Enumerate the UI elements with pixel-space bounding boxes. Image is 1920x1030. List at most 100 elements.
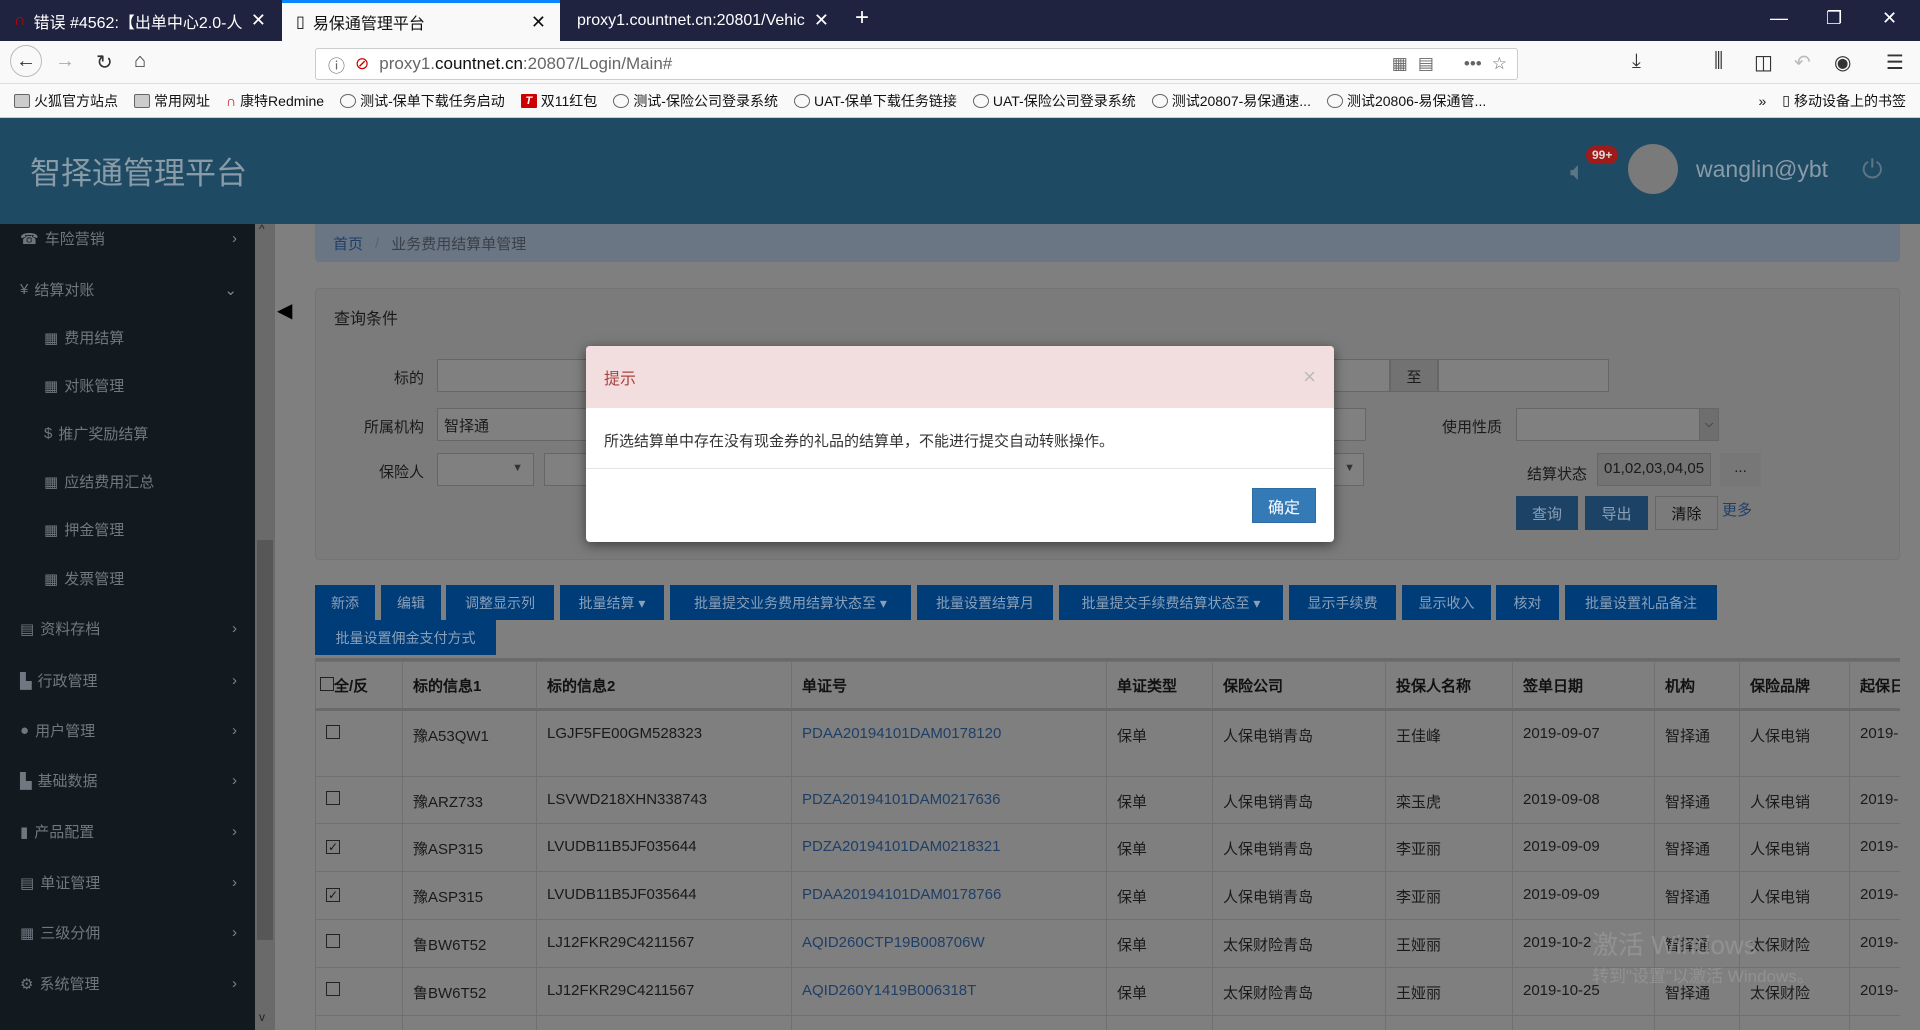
sidebar-item-basic-data[interactable]: ▙ 基础数据 › [20, 770, 237, 791]
column-header[interactable]: 投保人名称 [1385, 661, 1513, 711]
policy-number-link[interactable]: PDZA20194101DAM0218321 [791, 823, 1107, 872]
close-window-button[interactable]: ✕ [1882, 8, 1897, 29]
batch-settle-month-button[interactable]: 批量设置结算月 [917, 585, 1053, 620]
bookmark[interactable]: ∩ 康特Redmine [226, 91, 324, 111]
sidebar-item-fee-settlement[interactable]: ▦ 费用结算 [44, 327, 237, 348]
download-icon[interactable]: ⤓ [1632, 50, 1641, 73]
column-header[interactable]: 签单日期 [1512, 661, 1655, 711]
show-income-button[interactable]: 显示收入 [1402, 585, 1491, 620]
username[interactable]: wanglin@ybt [1696, 156, 1828, 183]
new-tab-button[interactable]: + [855, 4, 869, 32]
close-tab-icon[interactable]: ✕ [814, 10, 829, 31]
table-row[interactable]: ✓ 豫ASP315 LVUDB11B5JF035644 PDZA20194101DAM… [315, 823, 1900, 872]
bookmark[interactable]: 测试-保险公司登录系统 [613, 91, 778, 111]
sidebar-scrollbar-thumb[interactable] [257, 540, 273, 940]
back-icon[interactable]: ← [10, 45, 42, 77]
confirm-button[interactable]: 确定 [1252, 488, 1316, 523]
reader-view-icon[interactable]: ▤ [1418, 54, 1434, 74]
power-icon[interactable]: ⏻ [1862, 154, 1883, 186]
org-input[interactable]: 智择通 [437, 408, 597, 441]
target-input[interactable] [437, 359, 597, 392]
reload-icon[interactable]: ↻ [96, 50, 113, 75]
sidebar-item-promotion-reward[interactable]: $ 推广奖励结算 [44, 423, 237, 444]
avatar[interactable] [1628, 144, 1678, 194]
sidebar-item-system[interactable]: ⚙ 系统管理 › [20, 973, 237, 994]
row-select-cell[interactable] [315, 919, 403, 968]
row-checkbox[interactable] [326, 934, 340, 948]
policy-number-link[interactable]: PDAA20194101DAM0178766 [791, 871, 1107, 920]
browser-tab[interactable]: ∩ 错误 #4562:【出单中心2.0-人 ✕ [0, 0, 280, 41]
sidebar-item-users[interactable]: ● 用户管理 › [20, 720, 237, 741]
select-all-checkbox[interactable] [320, 676, 334, 691]
url-bar[interactable]: ⓘ ⊘ proxy1.countnet.cn:20807/Login/Main# … [315, 48, 1518, 80]
policy-number-link[interactable]: AQID260Y1419B006318T [791, 967, 1107, 1016]
batch-commission-status-dropdown[interactable]: 批量提交手续费结算状态至 ▾ [1059, 585, 1283, 620]
breadcrumb-home[interactable]: 首页 [333, 233, 363, 254]
row-select-cell[interactable] [315, 709, 403, 777]
table-row[interactable]: ✓ 豫ASP315 LVUDB11B5JF035644 PDAA20194101DAM… [315, 871, 1900, 920]
row-select-cell[interactable]: ✓ [315, 871, 403, 920]
row-select-cell[interactable]: ✓ [315, 823, 403, 872]
bookmark[interactable]: T 双11红包 [520, 91, 597, 111]
sidebar-item-commission[interactable]: ▦ 三级分佣 › [20, 922, 237, 943]
search-button[interactable]: 查询 [1516, 496, 1578, 530]
column-header[interactable]: 标的信息2 [536, 661, 792, 711]
policy-number-link[interactable]: PDAA20194101DAM0178120 [791, 709, 1107, 777]
sidebar-item-product-config[interactable]: ▮ 产品配置 › [20, 821, 237, 842]
edit-button[interactable]: 编辑 [381, 585, 441, 620]
collapse-sidebar-icon[interactable]: ◀ [277, 298, 292, 323]
row-checkbox[interactable] [326, 982, 340, 996]
batch-settle-dropdown[interactable]: 批量结算 ▾ [560, 585, 664, 620]
row-select-cell[interactable] [315, 776, 403, 824]
add-button[interactable]: 新添 [315, 585, 375, 620]
sidebar-item-archive[interactable]: ▤ 资料存档 › [20, 618, 237, 639]
sidebar-item-fee-summary[interactable]: ▦ 应结费用汇总 [44, 471, 237, 492]
bookmark[interactable]: 测试20806-易保通管... [1326, 91, 1486, 111]
row-checkbox[interactable] [326, 725, 340, 739]
speaker-icon[interactable]: 🔈︎ [1570, 156, 1586, 188]
column-header[interactable]: 单证类型 [1106, 661, 1213, 711]
status-picker-button[interactable]: ... [1720, 453, 1761, 486]
policy-number-link[interactable]: AQID260CTP19B008706W [791, 919, 1107, 968]
overflow-chevron-icon[interactable]: » [1758, 93, 1766, 109]
adjust-columns-button[interactable]: 调整显示列 [446, 585, 554, 620]
table-row[interactable]: 豫ARZ733 LSVWD218XHN338743 PDZA20194101DAM0… [315, 776, 1900, 824]
home-icon[interactable]: ⌂ [134, 50, 146, 73]
sidebar-item-vehicle-marketing[interactable]: ☎ 车险营销 › [20, 228, 237, 249]
undo-icon[interactable]: ↶ [1794, 50, 1811, 75]
sidebar-icon[interactable]: ◫ [1754, 50, 1773, 75]
column-header[interactable]: 标的信息1 [402, 661, 537, 711]
library-icon[interactable]: ⫼ [1714, 50, 1723, 73]
sidebar-item-deposit[interactable]: ▦ 押金管理 [44, 519, 237, 540]
browser-tab[interactable]: proxy1.countnet.cn:20801/Vehic ✕ [563, 0, 843, 41]
row-checkbox[interactable] [326, 791, 340, 805]
column-header[interactable]: 机构 [1654, 661, 1740, 711]
column-header[interactable]: 保险公司 [1212, 661, 1386, 711]
sidebar-item-documents[interactable]: ▤ 单证管理 › [20, 872, 237, 893]
mobile-bookmarks[interactable]: ▯ 移动设备上的书签 [1782, 91, 1906, 111]
date-to-input[interactable] [1438, 359, 1609, 392]
export-button[interactable]: 导出 [1585, 496, 1648, 530]
policy-number-link[interactable]: PDZA20194101DAM0217636 [791, 776, 1107, 824]
bookmark[interactable]: 测试20807-易保通速... [1151, 91, 1311, 111]
info-icon[interactable]: ⓘ [328, 52, 345, 77]
restore-button[interactable]: ❐ [1826, 8, 1842, 29]
bookmark[interactable]: 常用网址 [134, 91, 210, 111]
select-all-header[interactable]: 全/反 [315, 661, 403, 711]
batch-business-fee-status-dropdown[interactable]: 批量提交业务费用结算状态至 ▾ [670, 585, 911, 620]
status-input[interactable]: 01,02,03,04,05 [1597, 453, 1711, 486]
row-select-cell[interactable] [315, 967, 403, 1016]
more-actions-icon[interactable]: ••• [1464, 54, 1482, 74]
close-icon[interactable]: × [1303, 364, 1316, 390]
account-icon[interactable]: ◉ [1834, 50, 1851, 75]
sidebar-item-admin[interactable]: ▙ 行政管理 › [20, 670, 237, 691]
row-checkbox[interactable]: ✓ [326, 840, 340, 854]
verify-button[interactable]: 核对 [1496, 585, 1559, 620]
menu-icon[interactable]: ☰ [1886, 50, 1904, 75]
bookmark[interactable]: UAT-保险公司登录系统 [972, 91, 1136, 111]
bookmark[interactable]: UAT-保单下载任务链接 [793, 91, 957, 111]
sidebar-item-settlement[interactable]: ¥ 结算对账 ⌄ [20, 279, 237, 300]
close-tab-icon[interactable]: ✕ [251, 10, 266, 31]
scroll-up-icon[interactable]: ^ [259, 222, 265, 236]
scroll-down-icon[interactable]: v [259, 1010, 265, 1024]
